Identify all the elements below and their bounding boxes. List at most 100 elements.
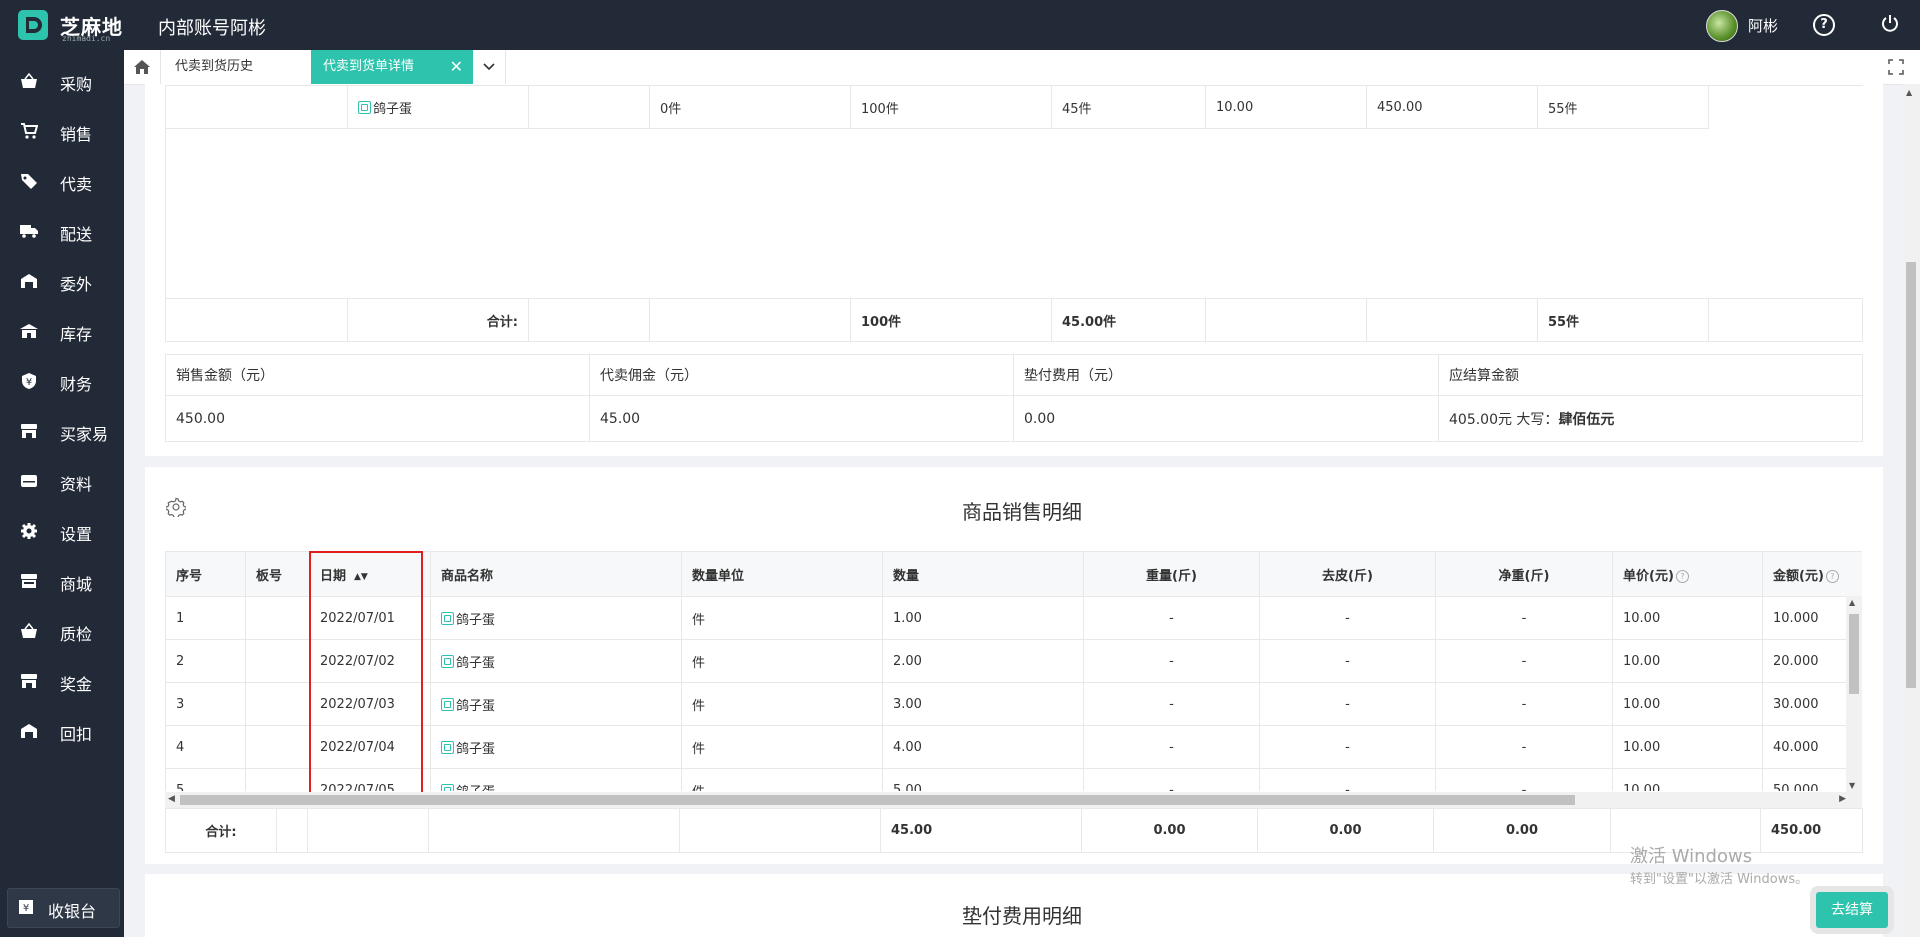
windows-watermark: 激活 Windows xyxy=(1630,846,1753,867)
goods-icon xyxy=(441,611,454,625)
tab-dropdown[interactable] xyxy=(473,50,506,84)
tab-history[interactable]: 代卖到货历史 xyxy=(161,50,334,84)
scroll-thumb[interactable] xyxy=(1906,262,1916,688)
truck-icon xyxy=(20,222,38,240)
sidebar-item-label: 买家易 xyxy=(60,425,109,444)
table-cell: 鸽子蛋 xyxy=(430,639,682,683)
table-cell: 2022/07/01 xyxy=(309,596,431,640)
table-cell: 2022/07/02 xyxy=(309,639,431,683)
question-icon[interactable]: ? xyxy=(1675,569,1689,583)
sidebar-item-sales[interactable]: 销售 xyxy=(0,112,124,152)
scroll-thumb[interactable] xyxy=(180,795,1575,805)
advance-detail-title: 垫付费用明细 xyxy=(962,904,1082,928)
commission-amount: 45.00 xyxy=(589,395,1014,442)
table-cell: - xyxy=(1435,596,1613,640)
total-cell: 55件 xyxy=(1537,298,1709,342)
warehouse-icon xyxy=(20,272,38,290)
power-icon[interactable] xyxy=(1880,13,1900,33)
home-tab[interactable] xyxy=(124,50,161,84)
settlement-summary: 销售金额（元） 代卖佣金（元） 垫付费用（元） 应结算金额 450.00 45.… xyxy=(165,354,1863,442)
yen-icon: ¥ xyxy=(20,372,38,390)
scroll-up-icon[interactable]: ▲ xyxy=(1849,598,1855,607)
cell: 100件 xyxy=(850,85,1052,129)
table-cell: 10.00 xyxy=(1612,682,1763,726)
col-index: 序号 xyxy=(165,551,246,597)
table-header-row: 序号 板号 日期 ▲▼ 商品名称 数量单位 数量 重量(斤) 去皮(斤) 净重(斤… xyxy=(165,551,1862,597)
sidebar-item-consign[interactable]: 代卖 xyxy=(0,162,124,202)
fullscreen-icon[interactable] xyxy=(1888,59,1904,75)
home-icon xyxy=(134,60,150,74)
scroll-left-icon[interactable]: ◀ xyxy=(168,794,175,804)
table-cell: 件 xyxy=(681,725,883,769)
sidebar-item-finance[interactable]: ¥ 财务 xyxy=(0,362,124,402)
sidebar-item-purchase[interactable]: 采购 xyxy=(0,62,124,102)
table-row[interactable]: 2 2022/07/02 鸽子蛋件 2.00- - -10.00 20.000 xyxy=(165,639,1862,683)
scroll-thumb[interactable] xyxy=(1849,614,1859,694)
sidebar-item-quality[interactable]: 质检 xyxy=(0,612,124,652)
table-total-row: 合计: 100件 45.00件 55件 xyxy=(165,298,1863,342)
sidebar-item-label: 配送 xyxy=(60,225,93,244)
chevron-down-icon xyxy=(483,63,495,71)
page-scrollbar[interactable]: ▲ xyxy=(1902,84,1920,937)
table-row[interactable]: 3 2022/07/03 鸽子蛋件 3.00- - -10.00 30.000 xyxy=(165,682,1862,726)
table-row[interactable]: 52022/07/05鸽子蛋件5.00---10.0050.000 xyxy=(165,768,1862,791)
col-unit: 数量单位 xyxy=(681,551,883,597)
col-qty: 数量 xyxy=(882,551,1084,597)
table-horizontal-scrollbar[interactable]: ◀ ▶ xyxy=(165,792,1862,808)
sort-icon[interactable]: ▲▼ xyxy=(354,572,368,582)
scroll-right-icon[interactable]: ▶ xyxy=(1839,794,1846,804)
store-icon xyxy=(20,672,38,690)
sidebar-item-delivery[interactable]: 配送 xyxy=(0,212,124,252)
table-cell: 件 xyxy=(681,682,883,726)
col-amount: 金额(元)? xyxy=(1762,551,1862,597)
sidebar-item-label: 销售 xyxy=(60,125,93,144)
scroll-up-icon[interactable]: ▲ xyxy=(1906,88,1912,97)
table-cell: - xyxy=(1259,725,1436,769)
sidebar: 采购 销售 代卖 配送 委外 库存 ¥ 财务 买家易 资料 设置 商城 质检 奖… xyxy=(0,50,124,937)
table-cell: 3 xyxy=(165,682,246,726)
sidebar-item-buyer[interactable]: 买家易 xyxy=(0,412,124,452)
tab-bar: 代卖到货历史 代卖到货单详情 ✕ xyxy=(124,50,1920,85)
sidebar-item-inventory[interactable]: 库存 xyxy=(0,312,124,352)
table-cell: - xyxy=(1435,725,1613,769)
tab-detail[interactable]: 代卖到货单详情 ✕ xyxy=(311,50,473,84)
col-date[interactable]: 日期 ▲▼ xyxy=(309,551,431,597)
col-price: 单价(元)? xyxy=(1612,551,1763,597)
sidebar-item-rebate[interactable]: 回扣 xyxy=(0,712,124,752)
logo-icon xyxy=(18,10,48,40)
table-cell: - xyxy=(1435,639,1613,683)
shop-icon xyxy=(20,572,38,590)
goods-icon xyxy=(358,100,371,114)
question-icon[interactable]: ? xyxy=(1825,569,1839,583)
sidebar-item-bonus[interactable]: 奖金 xyxy=(0,662,124,702)
col-net: 净重(斤) xyxy=(1435,551,1613,597)
table-cell: - xyxy=(1083,725,1260,769)
sales-amount: 450.00 xyxy=(165,395,590,442)
table-row[interactable]: 1 2022/07/01 鸽子蛋件 1.00- - -10.00 10.000 xyxy=(165,596,1862,640)
table-cell: 4.00 xyxy=(882,725,1084,769)
username[interactable]: 阿彬 xyxy=(1748,15,1778,36)
arrival-table: 鸽子蛋 0件 100件 45件 10.00 450.00 55件 合计: 100… xyxy=(165,85,1863,342)
sidebar-item-outsource[interactable]: 委外 xyxy=(0,262,124,302)
table-cell: - xyxy=(1083,596,1260,640)
table-cell: 2022/07/04 xyxy=(309,725,431,769)
close-icon[interactable]: ✕ xyxy=(450,50,463,84)
total-cell: 100件 xyxy=(850,298,1052,342)
settle-button[interactable]: 去结算 xyxy=(1816,892,1888,928)
svg-text:¥: ¥ xyxy=(26,377,32,388)
sales-detail-table: 序号 板号 日期 ▲▼ 商品名称 数量单位 数量 重量(斤) 去皮(斤) 净重(斤… xyxy=(165,551,1862,791)
col-board: 板号 xyxy=(245,551,310,597)
table-cell: - xyxy=(1259,768,1436,791)
table-cell: 10.00 xyxy=(1612,725,1763,769)
table-row[interactable]: 鸽子蛋 0件 100件 45件 10.00 450.00 55件 xyxy=(165,85,1863,129)
scroll-down-icon[interactable]: ▼ xyxy=(1849,781,1855,790)
tab-label: 代卖到货历史 xyxy=(175,59,254,74)
summary-header: 应结算金额 xyxy=(1438,354,1863,396)
table-cell: 2 xyxy=(165,639,246,683)
avatar[interactable] xyxy=(1706,10,1738,42)
sidebar-item-mall[interactable]: 商城 xyxy=(0,562,124,602)
help-icon[interactable]: ? xyxy=(1813,14,1835,36)
table-row[interactable]: 4 2022/07/04 鸽子蛋件 4.00- - -10.00 40.000 xyxy=(165,725,1862,769)
table-vertical-scrollbar[interactable]: ▲ ▼ xyxy=(1846,596,1862,792)
tag-icon xyxy=(20,172,38,190)
